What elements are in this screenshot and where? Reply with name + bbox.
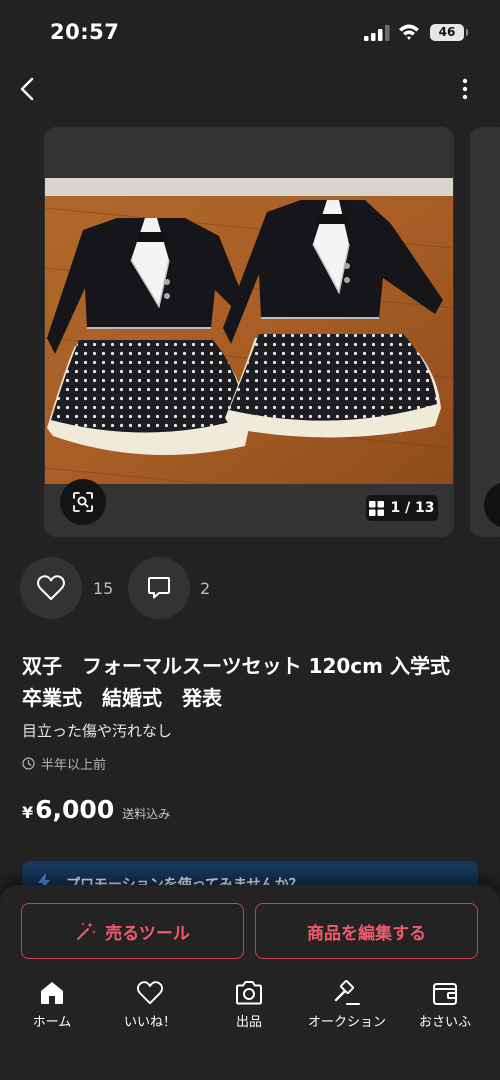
- status-bar: 20:57 46: [0, 0, 500, 66]
- next-image-badge: [484, 482, 500, 528]
- nav-likes-label: いいね！: [123, 1015, 176, 1030]
- comment-button[interactable]: [128, 557, 190, 619]
- posted-time-text: 半年以上前: [41, 758, 107, 773]
- like-button[interactable]: [20, 557, 82, 619]
- product-photo[interactable]: [45, 178, 453, 484]
- heart-icon: [37, 575, 65, 600]
- back-chevron-icon[interactable]: [14, 74, 42, 104]
- price-currency: ¥: [22, 803, 34, 822]
- nav-wallet[interactable]: おさいふ: [400, 980, 490, 1030]
- item-price: ¥ 6,000 送料込み: [22, 795, 170, 824]
- sell-tool-label: 売るツール: [105, 923, 190, 944]
- product-image-carousel[interactable]: 1 / 13: [44, 127, 454, 537]
- wallet-icon: [433, 983, 457, 1005]
- sell-tool-button[interactable]: 売るツール: [21, 903, 244, 959]
- nav-home-label: ホーム: [32, 1015, 72, 1030]
- nav-auction[interactable]: オークション: [302, 980, 392, 1030]
- clock-icon: [22, 757, 35, 770]
- item-condition: 目立った傷や汚れなし: [22, 722, 173, 740]
- scan-search-icon: [73, 492, 93, 512]
- posted-time: 半年以上前: [22, 754, 106, 773]
- nav-likes[interactable]: いいね！: [105, 980, 195, 1030]
- heart-icon: [137, 981, 163, 1005]
- comment-icon: [148, 577, 170, 599]
- grid-icon: [369, 500, 385, 516]
- image-counter-badge[interactable]: 1 / 13: [366, 495, 438, 521]
- comment-count: 2: [200, 579, 211, 598]
- edit-item-button[interactable]: 商品を編集する: [255, 903, 478, 959]
- price-amount: 6,000: [35, 795, 115, 824]
- nav-wallet-label: おさいふ: [418, 1015, 471, 1030]
- magic-wand-icon: [77, 922, 97, 940]
- home-icon: [41, 982, 63, 1004]
- more-options-icon[interactable]: [452, 76, 478, 102]
- next-image-peek[interactable]: [470, 127, 500, 537]
- image-counter-text: 1 / 13: [390, 500, 435, 516]
- nav-auction-label: オークション: [307, 1015, 386, 1030]
- nav-sell[interactable]: 出品: [204, 980, 294, 1030]
- visual-search-button[interactable]: [60, 479, 106, 525]
- nav-home[interactable]: ホーム: [7, 980, 97, 1030]
- nav-sell-label: 出品: [235, 1015, 262, 1030]
- battery-indicator: 46: [430, 24, 468, 41]
- item-title: 双子 フォーマルスーツセット 120cm 入学式 卒業式 結婚式 発表: [22, 654, 470, 710]
- edit-item-label: 商品を編集する: [307, 923, 426, 944]
- camera-icon: [236, 981, 262, 1005]
- gavel-icon: [334, 980, 360, 1005]
- shipping-label: 送料込み: [122, 807, 171, 821]
- cellular-signal-icon: [364, 25, 390, 41]
- wifi-icon: [399, 24, 419, 40]
- status-time: 20:57: [50, 20, 120, 44]
- bottom-action-sheet: 売るツール 商品を編集する ホーム いいね！ 出品 オークション おさいふ: [0, 885, 500, 1080]
- like-count: 15: [93, 579, 114, 598]
